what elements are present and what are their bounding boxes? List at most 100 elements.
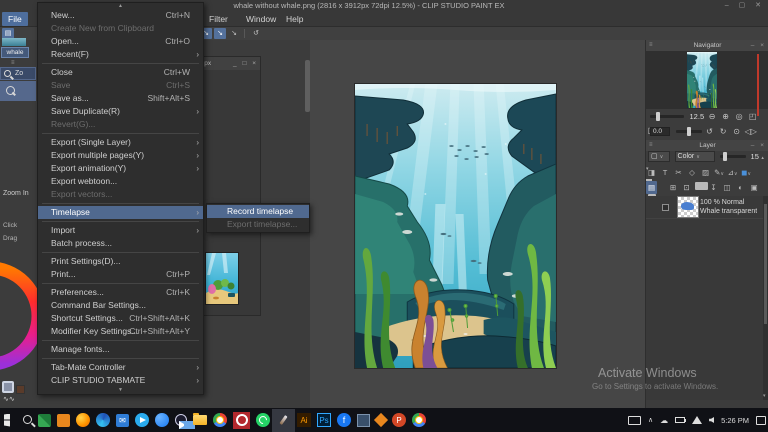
canvas-artwork[interactable]	[355, 84, 556, 368]
palette-view-button[interactable]: ▤	[646, 181, 657, 194]
main-color-swatch[interactable]	[2, 381, 14, 393]
new-folder-button[interactable]	[695, 181, 706, 194]
illustrator-icon[interactable]: Ai	[297, 413, 311, 427]
lock-alpha-icon[interactable]: ▨	[700, 166, 711, 179]
file-menu-item[interactable]: Manage fonts... ›	[38, 343, 203, 356]
new-vector-layer-button[interactable]: ⊡	[681, 181, 692, 194]
notification-center-icon[interactable]	[756, 416, 766, 425]
frame-border-button[interactable]: ▣	[749, 181, 760, 194]
timelapse-submenu-item[interactable]: Record timelapse ›	[207, 205, 309, 218]
file-menu-item[interactable]: Preferences... Ctrl+K ›	[38, 286, 203, 299]
file-menu-item[interactable]: Recent(F) ›	[38, 48, 203, 61]
layer-window-controls[interactable]: – ×	[751, 140, 766, 151]
ruler-icon[interactable]: ⊿∨	[727, 166, 738, 181]
layer-thumbnail[interactable]	[678, 197, 698, 217]
sub-color-swatch[interactable]	[16, 385, 25, 394]
file-menu-item[interactable]: Save Duplicate(R) ›	[38, 105, 203, 118]
start-button[interactable]	[4, 414, 17, 427]
zoom-in-button[interactable]: ⊕	[720, 110, 731, 124]
onedrive-cloud-icon[interactable]: ☁	[660, 416, 668, 425]
file-menu-item[interactable]: Create New from Clipboard ›	[38, 22, 203, 35]
draft-layer-icon[interactable]: ✎∨	[714, 166, 725, 181]
facebook-icon[interactable]: f	[337, 413, 351, 427]
app-red-tile[interactable]	[233, 412, 250, 429]
messenger-icon[interactable]	[155, 413, 169, 427]
file-menu-item[interactable]: Export (Single Layer) ›	[38, 136, 203, 149]
telegram-icon[interactable]	[135, 413, 149, 427]
edge-icon[interactable]	[96, 413, 110, 427]
file-menu-item[interactable]: Import ›	[38, 224, 203, 237]
layer-mask-button[interactable]: ◐	[735, 181, 746, 194]
menu-window[interactable]: Window	[240, 12, 282, 26]
layer-type-combo[interactable]: ▢ ∨	[648, 151, 670, 162]
app-green-tiles[interactable]	[38, 414, 51, 427]
clock[interactable]: 5:26 PM	[721, 416, 749, 425]
file-explorer-icon[interactable]	[193, 415, 207, 425]
cut-icon[interactable]: ✂	[673, 166, 684, 179]
photoshop-icon[interactable]: Ps	[317, 413, 331, 427]
tray-chevron-up-icon[interactable]: ∧	[648, 416, 653, 424]
zoom-slider[interactable]	[650, 115, 684, 118]
layer-color-icon[interactable]: ◼∨	[741, 166, 752, 181]
rotate-reset-button[interactable]: ↺	[250, 28, 262, 39]
file-menu-item[interactable]: Revert(G)... ›	[38, 118, 203, 131]
file-menu-item[interactable]: Open... Ctrl+O ›	[38, 35, 203, 48]
menu-file[interactable]: File	[2, 12, 28, 26]
network-icon[interactable]	[692, 416, 702, 424]
fit-to-screen-button[interactable]: ◰	[747, 110, 758, 124]
merge-down-button[interactable]: ◫	[722, 181, 733, 194]
file-menu-item[interactable]: Print... Ctrl+P ›	[38, 268, 203, 281]
battery-icon[interactable]	[675, 417, 685, 423]
subtool-search-input[interactable]: Zo	[0, 67, 36, 80]
file-menu-item[interactable]: New... Ctrl+N ›	[38, 9, 203, 22]
file-menu-item[interactable]: Export animation(Y) ›	[38, 162, 203, 175]
navigator-preview[interactable]	[646, 51, 768, 109]
file-menu-item[interactable]: Command Bar Settings... ›	[38, 299, 203, 312]
rotate-right-button[interactable]: ↻	[718, 125, 729, 139]
navigator-window-controls[interactable]: – ×	[751, 40, 766, 51]
file-menu-item[interactable]: Timelapse ›	[38, 206, 203, 219]
rotate-left-button[interactable]: ↺	[704, 125, 715, 139]
menu-filter[interactable]: Filter	[203, 12, 234, 26]
file-menu-item[interactable]: Print Settings(D)... ›	[38, 255, 203, 268]
flip-horizontal-button[interactable]: ◁▷	[745, 125, 756, 139]
file-menu-item[interactable]: Modifier Key Settings... Ctrl+Shift+Alt+…	[38, 325, 203, 338]
file-menu-item[interactable]: CLIP STUDIO TABMATE ›	[38, 374, 203, 387]
show-desktop-icon[interactable]	[628, 416, 641, 425]
firefox-icon[interactable]	[76, 413, 90, 427]
chrome-icon-2[interactable]	[412, 413, 426, 427]
text-tool-icon[interactable]: T	[660, 166, 671, 179]
panel-menu-icon[interactable]: ≡	[649, 140, 653, 151]
file-menu-item[interactable]: Export multiple pages(Y) ›	[38, 149, 203, 162]
transfer-down-button[interactable]: ↧	[708, 181, 719, 194]
mail-icon[interactable]: ✉	[116, 414, 129, 427]
sub-view-thumbnail[interactable]	[206, 253, 238, 304]
menu-help[interactable]: Help	[280, 12, 309, 26]
menu-scroll-down[interactable]: ▼	[38, 387, 203, 393]
clip-at-layer-icon[interactable]: ◨	[646, 166, 657, 179]
file-menu-item[interactable]: Save Ctrl+S ›	[38, 79, 203, 92]
panel-menu-icon[interactable]: ≡	[649, 40, 653, 51]
snap-grid-button[interactable]: ↘	[228, 28, 240, 39]
lock-layer-icon[interactable]: ◇	[687, 166, 698, 179]
Whale transparent[interactable]: ✎ ∨ 100 % Normal Whale transparent	[646, 196, 764, 219]
zoom-out-button[interactable]: ⊖	[707, 110, 718, 124]
app-orange-tile[interactable]	[57, 414, 70, 427]
file-menu-item[interactable]: Export webtoon... ›	[38, 175, 203, 188]
rotate-value[interactable]: 0.0	[650, 127, 670, 136]
powerpoint-icon[interactable]: P	[392, 413, 406, 427]
file-menu-item[interactable]: Batch process... ›	[38, 237, 203, 250]
palette-menu-icon[interactable]: ≡	[11, 60, 16, 66]
layer-scrollbar[interactable]: ▾	[763, 196, 768, 400]
file-menu-item[interactable]: Export vectors... ›	[38, 188, 203, 201]
chrome-icon[interactable]	[213, 413, 227, 427]
color-wheel[interactable]	[0, 250, 37, 382]
file-menu-item[interactable]: Tab-Mate Controller ›	[38, 361, 203, 374]
opacity-slider[interactable]	[720, 155, 746, 158]
rotate-slider[interactable]	[676, 130, 702, 133]
blend-mode-combo[interactable]: Color ∨	[675, 151, 715, 162]
new-raster-layer-button[interactable]: ⊞	[668, 181, 679, 194]
layer-name[interactable]: Whale transparent	[700, 207, 757, 216]
palette-window-controls[interactable]: _ □ ×	[233, 57, 258, 70]
file-menu-item[interactable]: Save as... Shift+Alt+S ›	[38, 92, 203, 105]
